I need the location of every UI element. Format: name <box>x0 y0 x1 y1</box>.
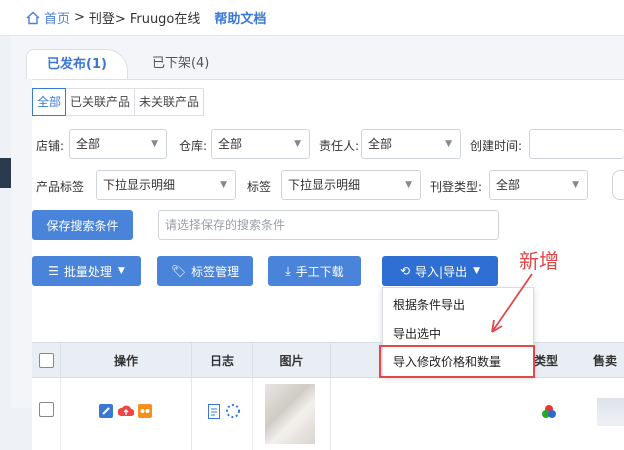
row-checkbox-cell <box>32 378 61 450</box>
link-action-icon[interactable] <box>138 404 152 418</box>
warehouse-select[interactable]: 全部 ▼ <box>211 129 310 159</box>
filter-all-button[interactable]: 全部 <box>32 88 67 116</box>
chevron-down-icon: ▼ <box>473 266 481 276</box>
breadcrumb: 首页 > 刊登> Fruugo在线 帮助文档 <box>0 0 624 36</box>
product-tag-select[interactable]: 下拉显示明细 ▼ <box>96 170 236 200</box>
row-log-cell <box>192 378 253 450</box>
edit-icon[interactable] <box>99 404 113 418</box>
batch-process-button[interactable]: ☰ 批量处理 ▼ <box>32 256 141 286</box>
chevron-down-icon: ▼ <box>117 266 125 276</box>
status-tabs: 已发布(1) 已下架(4) <box>26 49 229 79</box>
home-icon <box>26 11 40 24</box>
created-time-label: 创建时间: <box>470 139 523 153</box>
chevron-down-icon: ▼ <box>445 139 452 149</box>
tab-delisted[interactable]: 已下架(4) <box>128 49 229 79</box>
sidebar-active-marker <box>0 158 11 188</box>
list-icon: ☰ <box>48 264 59 278</box>
extra-filter-input[interactable] <box>612 170 624 200</box>
listing-type-select[interactable]: 全部 ▼ <box>489 170 588 200</box>
saved-search-select[interactable]: 请选择保存的搜索条件 <box>158 210 499 240</box>
tag-icon: 🏷 <box>170 264 187 278</box>
manual-download-button[interactable]: ⤓ 手工下载 <box>268 256 361 286</box>
select-all-cell <box>32 343 61 379</box>
table-row[interactable] <box>32 378 624 450</box>
row-actions-cell <box>61 378 192 450</box>
chevron-down-icon: ▼ <box>220 180 227 190</box>
row-type-cell <box>531 378 561 450</box>
owner-select[interactable]: 全部 ▼ <box>361 129 461 159</box>
breadcrumb-level3: Fruugo在线 <box>129 12 201 27</box>
listing-type-label: 刊登类型: <box>430 180 483 194</box>
tab-content: 全部 已关联产品 未关联产品 店铺: 全部 ▼ 仓库: 全部 ▼ 责任人: 全部 ▼ … <box>32 79 624 450</box>
row-sale-cell <box>593 378 624 450</box>
row-image-cell <box>253 378 331 450</box>
breadcrumb-level2: 刊登> <box>88 12 126 27</box>
header-sale: 售卖 <box>593 354 618 368</box>
loading-spinner-icon <box>226 404 240 418</box>
created-time-input[interactable] <box>529 129 624 159</box>
document-icon[interactable] <box>208 404 220 419</box>
tag-select[interactable]: 下拉显示明细 ▼ <box>281 170 421 200</box>
sync-icon: ⟲ <box>399 264 411 278</box>
annotation-arrow <box>491 273 533 333</box>
product-thumbnail[interactable] <box>265 384 315 444</box>
product-table: 操作 日志 图片 类型 售卖 <box>32 342 624 450</box>
sale-info-blur <box>597 398 624 426</box>
chevron-down-icon: ▼ <box>294 139 301 149</box>
table-header: 操作 日志 图片 类型 售卖 <box>32 342 624 379</box>
header-actions: 操作 <box>61 343 192 379</box>
help-docs-link[interactable]: 帮助文档 <box>214 8 266 27</box>
breadcrumb-separator: > <box>74 10 85 25</box>
tag-label: 标签 <box>247 180 272 194</box>
chevron-down-icon: ▼ <box>572 180 579 190</box>
breadcrumb-home-link[interactable]: 首页 <box>44 8 70 27</box>
row-checkbox[interactable] <box>39 402 54 417</box>
menu-item-export-by-condition[interactable]: 根据条件导出 <box>393 296 465 313</box>
download-icon: ⤓ <box>285 263 291 278</box>
left-sidebar-strip <box>0 0 11 408</box>
product-tag-label: 产品标签 <box>36 180 85 194</box>
tab-published[interactable]: 已发布(1) <box>26 49 128 79</box>
shop-label: 店铺: <box>36 139 65 153</box>
filter-unlinked-button[interactable]: 未关联产品 <box>135 89 203 115</box>
header-type: 类型 <box>533 354 558 368</box>
tag-manage-button[interactable]: 🏷 标签管理 <box>157 256 253 286</box>
chevron-down-icon: ▼ <box>151 139 158 149</box>
highlight-box <box>379 345 535 378</box>
platform-logo-icon <box>542 405 556 418</box>
save-search-button[interactable]: 保存搜索条件 <box>32 210 133 240</box>
owner-label: 责任人: <box>319 139 360 153</box>
header-log: 日志 <box>192 343 253 379</box>
shop-select[interactable]: 全部 ▼ <box>69 129 167 159</box>
header-image: 图片 <box>253 343 331 379</box>
filter-linked-button[interactable]: 已关联产品 <box>66 89 136 115</box>
select-all-checkbox[interactable] <box>39 353 54 368</box>
menu-item-export-selected[interactable]: 导出选中 <box>393 325 441 342</box>
warehouse-label: 仓库: <box>179 139 208 153</box>
cloud-upload-icon[interactable] <box>118 404 134 418</box>
link-filter-group: 全部 已关联产品 未关联产品 <box>32 88 205 116</box>
chevron-down-icon: ▼ <box>405 180 412 190</box>
